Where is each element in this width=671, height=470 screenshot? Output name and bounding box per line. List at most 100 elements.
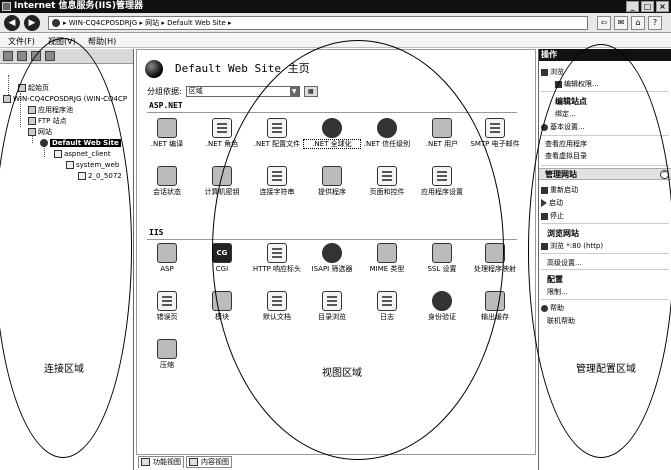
feature-providers[interactable]: 提供程序 — [304, 166, 360, 196]
action-bindings[interactable]: 绑定... — [555, 109, 576, 119]
action-view-virtual-directories[interactable]: 查看虚拟目录 — [545, 151, 587, 161]
feature-label: 会话状态 — [153, 188, 181, 196]
feature-label: ISAPI 筛选器 — [311, 265, 353, 273]
tree-item-sites[interactable]: 网站 — [28, 126, 52, 137]
feature-session-state[interactable]: 会话状态 — [139, 166, 195, 196]
feature-modules[interactable]: 模块 — [194, 291, 250, 321]
help-icon[interactable]: ? — [648, 16, 662, 30]
save-icon[interactable] — [17, 51, 27, 61]
feature-net-compilation[interactable]: .NET 编译 — [139, 118, 195, 148]
help-icon — [541, 304, 548, 312]
feature-default-document[interactable]: 默认文档 — [249, 291, 305, 321]
menu-view[interactable]: 视图(V) — [48, 36, 76, 47]
tree-item-start-page[interactable]: 起始页 — [18, 82, 49, 93]
action-online-help[interactable]: 联机帮助 — [547, 316, 575, 326]
feature-isapi-filters[interactable]: ISAPI 筛选器 — [304, 243, 360, 273]
feature-label: 输出缓存 — [481, 313, 509, 321]
action-help[interactable]: 帮助 — [541, 303, 564, 313]
tree-item-system-web[interactable]: system_web — [66, 159, 119, 170]
action-restart[interactable]: 重新启动 — [541, 185, 578, 195]
feature-app-settings[interactable]: 应用程序设置 — [414, 166, 470, 196]
feature-http-response-headers[interactable]: HTTP 响应标头 — [249, 243, 305, 273]
action-advanced-settings[interactable]: 高级设置... — [547, 258, 582, 268]
tree-item-aspnet-client[interactable]: aspnet_client — [54, 148, 111, 159]
browse-port-80-icon — [541, 242, 548, 250]
collapse-icon[interactable]: ^ — [660, 170, 669, 179]
feature-machine-key[interactable]: 计算机密钥 — [194, 166, 250, 196]
output-caching-icon — [485, 291, 505, 311]
connect-icon[interactable] — [3, 51, 13, 61]
back-button[interactable]: ◀ — [4, 15, 20, 31]
feature-label: SSL 设置 — [427, 265, 457, 273]
feature-net-trust-levels[interactable]: .NET 信任级别 — [359, 118, 415, 148]
feature-logging[interactable]: 日志 — [359, 291, 415, 321]
feature-handler-mappings[interactable]: 处理程序映射 — [467, 243, 523, 273]
feature-label: 错误页 — [156, 313, 178, 321]
refresh-icon[interactable]: ⇦ — [597, 16, 611, 30]
action-group-browse-website: 浏览网站 — [547, 229, 579, 238]
menu-help[interactable]: 帮助(H) — [88, 36, 116, 47]
feature-output-caching[interactable]: 输出缓存 — [467, 291, 523, 321]
action-view-applications[interactable]: 查看应用程序 — [545, 139, 587, 149]
tree-item-ftp-sites[interactable]: FTP 站点 — [28, 115, 67, 126]
delete-icon[interactable] — [45, 51, 55, 61]
mail-icon[interactable]: ✉ — [614, 16, 628, 30]
feature-net-roles[interactable]: .NET 角色 — [194, 118, 250, 148]
close-button[interactable]: × — [656, 1, 669, 12]
edit-permissions-icon — [555, 80, 562, 88]
action-stop[interactable]: 停止 — [541, 211, 564, 221]
feature-label: 提供程序 — [318, 188, 346, 196]
action-limits[interactable]: 限制... — [547, 287, 568, 297]
tree-item-2-0-5072[interactable]: 2_0_5072 — [78, 170, 122, 181]
feature-label: SMTP 电子邮件 — [470, 140, 520, 148]
action-basic-settings[interactable]: 基本设置... — [541, 122, 585, 132]
server-icon — [52, 19, 60, 27]
feature-connection-strings[interactable]: 连接字符串 — [249, 166, 305, 196]
address-bar[interactable]: ▸ WIN-CQ4CPOSDRJG ▸ 网站 ▸ Default Web Sit… — [48, 16, 588, 30]
pages-controls-icon — [377, 166, 397, 186]
feature-authentication[interactable]: 身份验证 — [414, 291, 470, 321]
group-by-select[interactable]: 区域 ▼ — [185, 86, 300, 97]
net-trust-levels-icon — [377, 118, 397, 138]
action-edit-permissions[interactable]: 编辑权限... — [555, 79, 599, 89]
feature-error-pages[interactable]: 错误页 — [139, 291, 195, 321]
view-mode-button[interactable]: ▦ — [303, 86, 318, 97]
compression-icon — [157, 339, 177, 359]
feature-ssl-settings[interactable]: SSL 设置 — [414, 243, 470, 273]
feature-pages-controls[interactable]: 页面和控件 — [359, 166, 415, 196]
feature-compression[interactable]: 压缩 — [139, 339, 195, 369]
actions-header: 操作 — [539, 49, 671, 61]
feature-net-globalization[interactable]: .NET 全球化 — [303, 118, 361, 149]
browse-icon — [541, 68, 548, 76]
feature-net-users[interactable]: .NET 用户 — [414, 118, 470, 148]
tree-item-default-web-site[interactable]: Default Web Site — [40, 137, 121, 148]
forward-button[interactable]: ▶ — [24, 15, 40, 31]
action-start[interactable]: 启动 — [541, 198, 563, 208]
section-aspnet: ASP.NET — [149, 101, 183, 110]
feature-mime-types[interactable]: MIME 类型 — [359, 243, 415, 273]
action-group-edit-site: 编辑站点 — [555, 97, 587, 106]
feature-asp[interactable]: ASP — [139, 243, 195, 273]
minimize-button[interactable]: _ — [626, 1, 639, 12]
tree-item-server[interactable]: WIN-CQ4CPOSDRJG (WIN-CQ4CP — [3, 93, 127, 104]
home-icon[interactable]: ⌂ — [631, 16, 645, 30]
feature-smtp-email[interactable]: SMTP 电子邮件 — [467, 118, 523, 148]
maximize-button[interactable]: □ — [641, 1, 654, 12]
up-icon[interactable] — [31, 51, 41, 61]
feature-label: 计算机密钥 — [204, 188, 240, 196]
action-browse-port-80[interactable]: 浏览 *:80 (http) — [541, 241, 603, 251]
feature-label: 日志 — [380, 313, 394, 321]
feature-label: MIME 类型 — [369, 265, 405, 273]
modules-icon — [212, 291, 232, 311]
feature-cgi[interactable]: CG CGI — [194, 243, 250, 273]
features-view: Default Web Site 主页 分组依据: 区域 ▼ ▦ ASP.NET… — [136, 49, 536, 455]
tab-features-view[interactable]: 功能视图 — [138, 456, 184, 468]
tab-content-view[interactable]: 内容视图 — [186, 456, 232, 468]
tree-item-app-pools[interactable]: 应用程序池 — [28, 104, 73, 115]
actions-region-label: 管理配置区域 — [576, 364, 636, 375]
default-document-icon — [267, 291, 287, 311]
feature-directory-browsing[interactable]: 目录浏览 — [304, 291, 360, 321]
feature-net-profile[interactable]: .NET 配置文件 — [249, 118, 305, 148]
menu-file[interactable]: 文件(F) — [8, 36, 35, 47]
action-browse[interactable]: 浏览 — [541, 67, 564, 77]
